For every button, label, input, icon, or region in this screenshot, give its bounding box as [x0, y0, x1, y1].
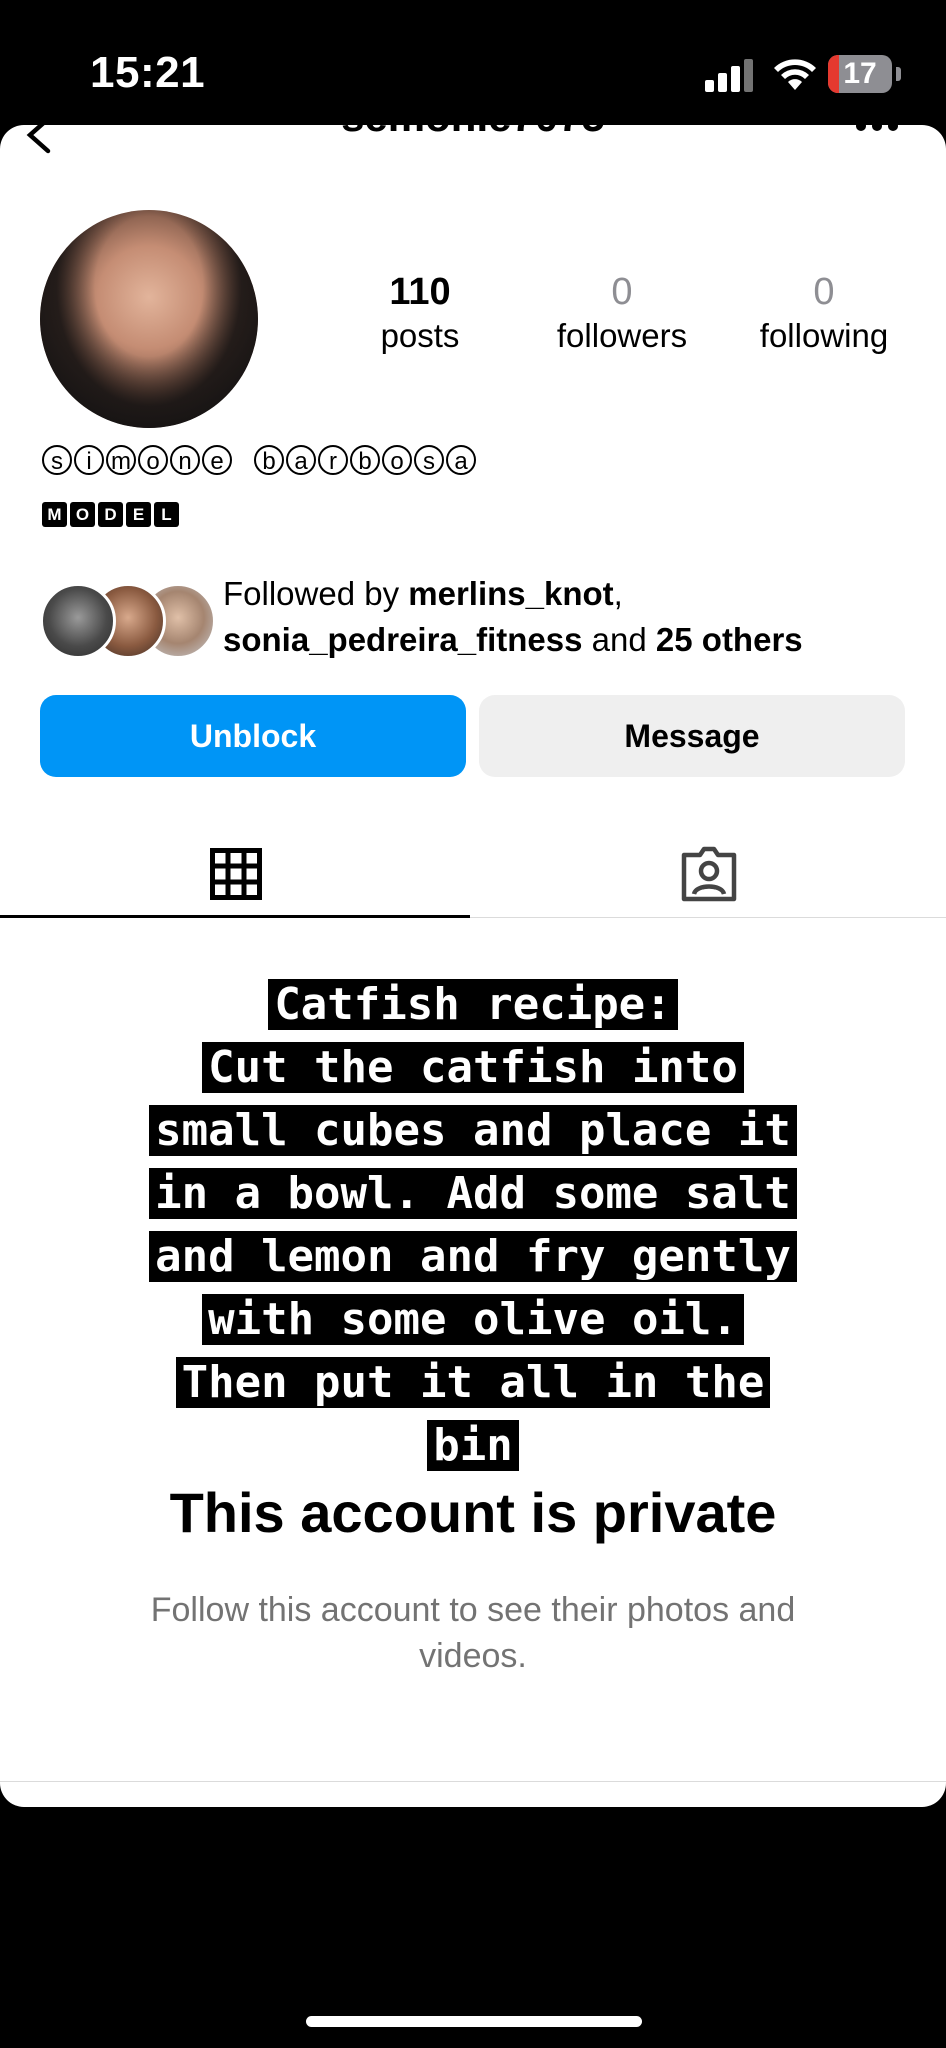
overlay-line: small cubes and place it [149, 1105, 797, 1156]
followers-count: 0 [611, 271, 633, 313]
grid-icon [210, 848, 262, 900]
mutual-followers-avatars[interactable] [40, 583, 216, 659]
profile-full-name: s i m o n e b a r b o s a [42, 445, 476, 475]
stat-following[interactable]: 0 following [734, 270, 914, 358]
followed-by-prefix: Followed by [223, 575, 409, 612]
divider [0, 1781, 946, 1782]
followed-by-comma: , [613, 575, 623, 612]
name-letter: b [254, 445, 284, 475]
status-bar: 15:21 17 [0, 0, 946, 125]
avatar[interactable] [40, 210, 258, 428]
active-tab-indicator [0, 915, 470, 918]
overlay-line: with some olive oil. [202, 1294, 744, 1345]
profile-sheet: semon.e7075 110 posts 0 followers 0 foll… [0, 125, 946, 1807]
followed-by-user: sonia_pedreira_fitness [223, 621, 583, 658]
overlay-line: Catfish recipe: [268, 979, 678, 1030]
name-letter: o [138, 445, 168, 475]
stat-posts[interactable]: 110 posts [330, 270, 510, 358]
overlay-line: bin [427, 1420, 519, 1471]
private-account-title: This account is private [169, 1481, 777, 1544]
battery-cap [896, 67, 901, 81]
overlay-line: Then put it all in the [175, 1357, 771, 1408]
tab-posts-grid[interactable] [0, 815, 470, 918]
name-letter: o [382, 445, 412, 475]
battery-icon: 17 [828, 55, 892, 93]
bio-letter: E [126, 502, 151, 527]
name-letter: b [350, 445, 380, 475]
signal-icon [705, 58, 755, 92]
following-count: 0 [813, 271, 835, 313]
mutual-avatar [40, 583, 116, 659]
message-button[interactable]: Message [479, 695, 905, 777]
posts-label: posts [380, 317, 460, 354]
status-time: 15:21 [90, 48, 206, 97]
name-letter: n [170, 445, 200, 475]
bio-letter: M [42, 502, 67, 527]
private-account-subtitle: Follow this account to see their photos … [150, 1591, 796, 1675]
name-letter: e [202, 445, 232, 475]
battery-percent: 17 [843, 57, 877, 90]
nav-username: semon.e7075 [0, 125, 946, 141]
bio-letter: D [98, 502, 123, 527]
tagged-person-icon [681, 846, 737, 902]
followed-by-user: merlins_knot [408, 575, 614, 612]
following-label: following [759, 317, 889, 354]
name-letter: a [446, 445, 476, 475]
followed-by-others: 25 others [655, 621, 803, 658]
name-letter: m [106, 445, 136, 475]
bio-letter: L [154, 502, 179, 527]
profile-tabs [0, 815, 946, 918]
name-letter: i [74, 445, 104, 475]
name-letter: s [42, 445, 72, 475]
followers-label: followers [556, 317, 688, 354]
unblock-button[interactable]: Unblock [40, 695, 466, 777]
overlay-line: in a bowl. Add some salt [149, 1168, 797, 1219]
followed-by-text[interactable]: Followed by merlins_knot, sonia_pedreira… [223, 571, 923, 663]
tab-tagged[interactable] [476, 815, 946, 917]
overlay-line: Cut the catfish into [202, 1042, 744, 1093]
name-letter: s [414, 445, 444, 475]
name-letter: r [318, 445, 348, 475]
profile-bio: M O D E L [42, 502, 179, 527]
more-dots-icon[interactable] [855, 125, 899, 133]
overlay-line: and lemon and fry gently [149, 1231, 797, 1282]
story-text-overlay: Catfish recipe: Cut the catfish into sma… [60, 973, 886, 1477]
home-indicator[interactable] [306, 2016, 642, 2027]
wifi-icon [774, 59, 816, 90]
bio-letter: O [70, 502, 95, 527]
name-letter: a [286, 445, 316, 475]
stat-followers[interactable]: 0 followers [532, 270, 712, 358]
posts-count: 110 [389, 271, 451, 313]
followed-by-and: and [582, 621, 656, 658]
